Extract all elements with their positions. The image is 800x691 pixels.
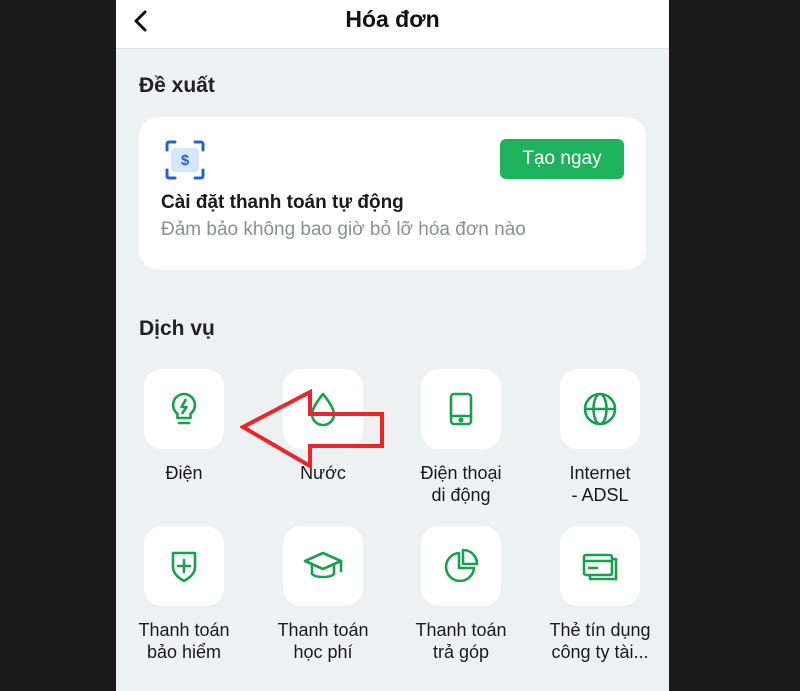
top-navigation-bar: Hóa đơn xyxy=(116,0,669,49)
service-tuition[interactable]: Thanh toán học phí xyxy=(259,526,387,663)
lightbulb-icon xyxy=(171,392,197,425)
service-credit-card[interactable]: Thẻ tín dụng công ty tài... xyxy=(536,526,664,663)
autopay-scan-dollar-icon: $ xyxy=(165,140,205,180)
service-label: Điện thoại di động xyxy=(420,463,502,505)
service-label: Thanh toán bảo hiểm xyxy=(138,620,230,662)
service-label: Internet - ADSL xyxy=(569,463,631,505)
service-label: Thanh toán trả góp xyxy=(415,620,507,662)
graduation-cap-icon xyxy=(303,551,343,579)
autopay-suggestion-card[interactable]: $ Tạo ngay Cài đặt thanh toán tự động Đả… xyxy=(139,117,646,270)
page-title: Hóa đơn xyxy=(345,6,440,32)
service-mobile-phone[interactable]: Điện thoại di động xyxy=(397,369,525,506)
service-internet[interactable]: Internet - ADSL xyxy=(536,369,664,506)
water-drop-icon xyxy=(310,392,336,427)
service-installment[interactable]: Thanh toán trả góp xyxy=(397,526,525,663)
services-section-title: Dịch vụ xyxy=(139,317,215,340)
suggestions-section-title: Đề xuất xyxy=(139,74,215,97)
service-label: Thanh toán học phí xyxy=(277,620,369,662)
mobile-phone-icon xyxy=(449,392,473,426)
globe-icon xyxy=(583,392,617,426)
app-screen: Hóa đơn Đề xuất $ Tạo ngay Cài đặt thanh… xyxy=(116,0,669,691)
pie-chart-icon xyxy=(444,548,479,583)
service-label: Điện xyxy=(165,463,203,483)
service-label: Thẻ tín dụng công ty tài... xyxy=(549,620,651,662)
service-water[interactable]: Nước xyxy=(259,369,387,484)
credit-card-icon xyxy=(582,553,618,581)
service-electricity[interactable]: Điện xyxy=(120,369,248,484)
svg-text:$: $ xyxy=(181,152,190,169)
create-now-button[interactable]: Tạo ngay xyxy=(500,139,624,179)
autopay-subtitle: Đảm bảo không bao giờ bỏ lỡ hóa đơn nào xyxy=(161,219,526,240)
autopay-title: Cài đặt thanh toán tự động xyxy=(161,192,404,213)
service-insurance[interactable]: Thanh toán bảo hiểm xyxy=(120,526,248,663)
shield-plus-icon xyxy=(171,551,197,583)
service-label: Nước xyxy=(300,463,346,483)
